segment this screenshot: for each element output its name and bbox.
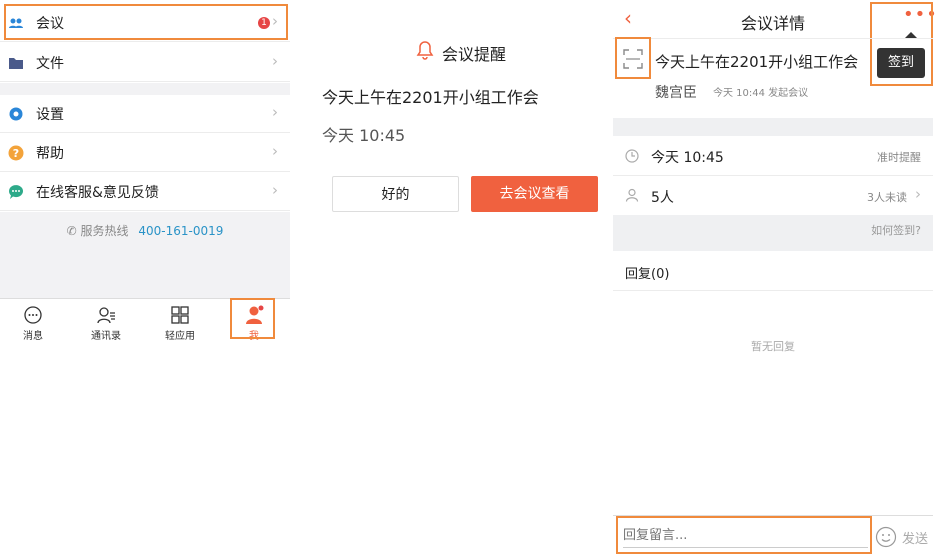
time-row[interactable]: 今天 10:45 准时提醒 — [613, 136, 933, 176]
highlight-box — [615, 37, 651, 79]
highlight-box — [616, 516, 872, 554]
help-icon: ? — [8, 145, 24, 161]
ok-button[interactable]: 好的 — [332, 176, 459, 212]
meeting-title: 今天上午在2201开小组工作会 — [655, 53, 859, 71]
tab-label: 消息 — [23, 331, 43, 342]
chevron-right-icon: › — [272, 103, 278, 121]
attendee-count: 5人 — [651, 190, 674, 206]
menu-label-files: 文件 — [36, 56, 64, 72]
tab-apps[interactable]: 轻应用 — [150, 305, 210, 342]
reminder-type: 准时提醒 — [877, 151, 921, 164]
send-button[interactable]: 发送 — [902, 528, 928, 547]
me-panel: 会议 1 › 文件 › 设置 › ? 帮助 › 在线客服&意见反馈 › ✆ 服务 — [0, 0, 290, 560]
hotline-number[interactable]: 400-161-0019 — [138, 224, 223, 238]
person-icon — [625, 188, 639, 202]
hotline[interactable]: ✆ 服务热线 400-161-0019 — [0, 222, 290, 239]
chevron-right-icon: › — [272, 142, 278, 160]
hotline-label: 服务热线 — [80, 224, 129, 238]
tab-messages[interactable]: 消息 — [3, 305, 63, 342]
menu-item-help[interactable]: ? 帮助 › — [0, 134, 290, 172]
menu-item-settings[interactable]: 设置 › — [0, 95, 290, 133]
reminder-dialog: 会议提醒 今天上午在2201开小组工作会 今天 10:45 好的 去会议查看 — [303, 0, 613, 560]
reminder-message: 今天上午在2201开小组工作会 — [322, 88, 539, 107]
tab-label: 轻应用 — [165, 331, 195, 342]
chevron-right-icon: › — [915, 185, 921, 203]
clock-icon — [625, 149, 639, 163]
header-divider — [613, 38, 933, 39]
highlight-box — [4, 4, 288, 40]
highlight-box — [870, 2, 933, 86]
tab-contacts[interactable]: 通讯录 — [76, 305, 136, 342]
phone-icon: ✆ — [66, 224, 77, 238]
menu-item-support[interactable]: 在线客服&意见反馈 › — [0, 173, 290, 211]
section-divider — [0, 83, 290, 95]
unread-count: 3人未读 — [867, 191, 907, 204]
gear-icon — [8, 106, 24, 122]
svg-text:?: ? — [13, 147, 19, 160]
folder-icon — [8, 55, 24, 71]
attendees-row[interactable]: 5人 3人未读 › — [613, 177, 933, 215]
menu-label-settings: 设置 — [36, 107, 64, 123]
help-strip: 如何签到? — [613, 215, 933, 251]
tab-label: 通讯录 — [91, 331, 121, 342]
apps-icon — [171, 306, 189, 324]
meeting-time: 今天 10:45 — [651, 150, 724, 166]
replies-header: 回复(0) — [613, 251, 933, 291]
menu-item-files[interactable]: 文件 › — [0, 44, 290, 82]
chevron-right-icon: › — [272, 52, 278, 70]
created-info: 今天 10:44 发起会议 — [713, 88, 809, 99]
chat-bubble-icon — [8, 184, 24, 200]
section-divider — [613, 118, 933, 136]
how-checkin-link[interactable]: 如何签到? — [871, 222, 921, 238]
empty-replies: 暂无回复 — [751, 340, 795, 353]
highlight-box — [230, 298, 275, 339]
view-meeting-button[interactable]: 去会议查看 — [471, 176, 598, 212]
menu-label-help: 帮助 — [36, 146, 64, 162]
dialog-title: 会议提醒 — [442, 45, 507, 64]
message-icon — [24, 306, 42, 324]
reminder-time: 今天 10:45 — [322, 126, 406, 145]
organizer-name: 魏宫臣 — [655, 85, 697, 101]
menu-label-support: 在线客服&意见反馈 — [36, 185, 159, 201]
contacts-icon — [97, 307, 115, 324]
meeting-detail-panel: ‹ 会议详情 ••• 签到 今天上午在2201开小组工作会 魏宫臣 今天 10:… — [613, 0, 936, 560]
bell-icon — [415, 40, 435, 64]
chevron-right-icon: › — [272, 181, 278, 199]
replies-count: 回复(0) — [625, 267, 670, 282]
emoji-icon — [875, 526, 897, 548]
